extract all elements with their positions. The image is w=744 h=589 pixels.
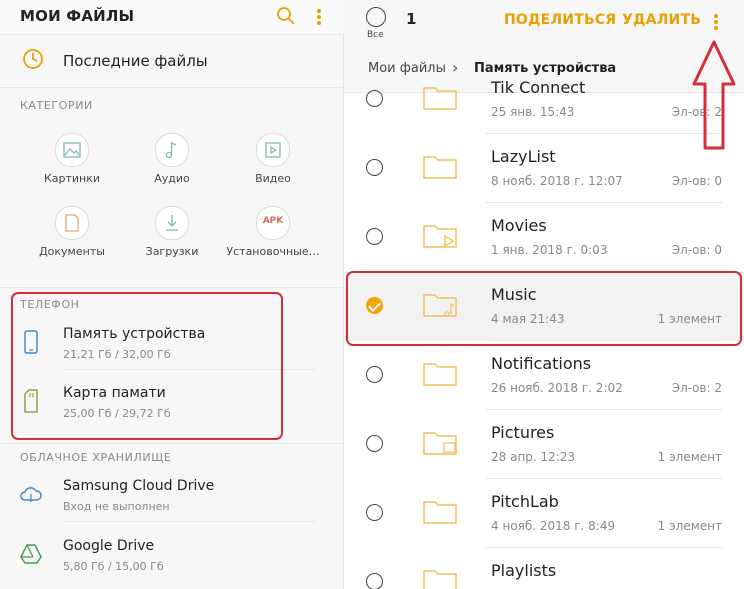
file-row[interactable]: Movies 1 янв. 2018 г. 0:03 Эл-ов: 0	[344, 203, 744, 272]
category-documents[interactable]: Документы	[27, 206, 117, 270]
file-row[interactable]: Pictures 28 апр. 12:23 1 элемент	[344, 410, 744, 479]
search-icon[interactable]	[276, 6, 296, 26]
file-item-count: 1 элемент	[657, 450, 722, 464]
file-item-count: Эл-ов: 0	[671, 243, 722, 257]
select-checkbox[interactable]	[366, 435, 383, 452]
category-images[interactable]: Картинки	[27, 133, 117, 197]
file-list-panel: Все 1 ПОДЕЛИТЬСЯ УДАЛИТЬ Мои файлы › Пам…	[344, 0, 744, 589]
file-name: Movies	[491, 216, 547, 235]
storage-name: Google Drive	[63, 538, 155, 554]
divider	[0, 287, 344, 288]
folder-icon	[423, 363, 457, 386]
page-title: МОИ ФАЙЛЫ	[20, 7, 135, 25]
file-date: 1 янв. 2018 г. 0:03	[491, 243, 608, 257]
folder-icon	[423, 87, 457, 110]
apk-icon: APK	[262, 216, 284, 226]
more-options-icon[interactable]	[316, 7, 322, 27]
category-audio[interactable]: Аудио	[127, 133, 217, 197]
category-label: Аудио	[154, 172, 190, 185]
select-checkbox[interactable]	[366, 366, 383, 383]
select-checkbox[interactable]	[366, 159, 383, 176]
red-arrow-annotation	[692, 40, 736, 150]
file-date: 28 апр. 12:23	[491, 450, 576, 464]
video-icon	[265, 142, 281, 158]
file-name: PitchLab	[491, 492, 559, 511]
file-date: 26 нояб. 2018 г. 2:02	[491, 381, 623, 395]
cloud-icon	[20, 487, 42, 502]
select-checkbox[interactable]	[366, 573, 383, 589]
divider	[0, 87, 344, 88]
recent-files-item[interactable]: Последние файлы	[0, 35, 344, 87]
category-label: Видео	[255, 172, 291, 185]
file-name: LazyList	[491, 147, 556, 166]
storage-usage: 5,80 Гб / 15,00 Гб	[63, 560, 164, 573]
file-row[interactable]: Notifications 26 нояб. 2018 г. 2:02 Эл-ов:…	[344, 341, 744, 410]
file-date: 4 нояб. 2018 г. 8:49	[491, 519, 616, 533]
storage-usage: Вход не выполнен	[63, 500, 170, 513]
file-date: 8 нояб. 2018 г. 12:07	[491, 174, 623, 188]
file-item-count: 1 элемент	[657, 519, 722, 533]
folder-icon	[423, 570, 457, 589]
categories-heading: КАТЕГОРИИ	[20, 99, 93, 112]
select-checkbox[interactable]	[366, 228, 383, 245]
file-item-count: Эл-ов: 2	[671, 381, 722, 395]
left-header: МОИ ФАЙЛЫ	[0, 0, 344, 35]
file-name: Pictures	[491, 423, 555, 442]
music-note-icon	[165, 141, 177, 159]
file-row[interactable]: Playlists	[344, 548, 744, 589]
file-name: Tik Connect	[491, 78, 586, 97]
category-label: Документы	[39, 245, 105, 258]
document-icon	[65, 214, 79, 232]
cloud-samsung-drive[interactable]: Samsung Cloud Drive Вход не выполнен	[0, 470, 330, 522]
category-video[interactable]: Видео	[228, 133, 318, 197]
file-row[interactable]: LazyList 8 нояб. 2018 г. 12:07 Эл-ов: 0	[344, 134, 744, 203]
divider	[0, 443, 344, 444]
folder-icon	[423, 432, 457, 455]
recent-files-label: Последние файлы	[63, 52, 208, 70]
category-installers[interactable]: APK Установочные…	[226, 206, 320, 270]
select-checkbox[interactable]	[366, 504, 383, 521]
file-item-count: Эл-ов: 0	[671, 174, 722, 188]
category-label: Установочные…	[226, 245, 320, 258]
google-drive-icon	[20, 544, 42, 564]
storage-name: Samsung Cloud Drive	[63, 478, 215, 494]
cloud-heading: ОБЛАЧНОЕ ХРАНИЛИЩЕ	[20, 451, 172, 464]
highlight-phone-storage	[11, 292, 283, 440]
highlight-selected-row	[346, 271, 742, 346]
cloud-google-drive[interactable]: Google Drive 5,80 Гб / 15,00 Гб	[0, 530, 330, 582]
folder-icon	[423, 501, 457, 524]
folder-icon	[423, 225, 457, 248]
file-name: Notifications	[491, 354, 592, 373]
file-name: Playlists	[491, 561, 557, 580]
select-checkbox[interactable]	[366, 90, 383, 107]
download-icon	[166, 215, 178, 231]
folder-icon	[423, 156, 457, 179]
file-row[interactable]: PitchLab 4 нояб. 2018 г. 8:49 1 элемент	[344, 479, 744, 548]
image-icon	[63, 142, 81, 158]
navigation-panel: МОИ ФАЙЛЫ Последние файлы КАТЕГОРИИ Карт…	[0, 0, 344, 589]
clock-icon	[23, 49, 43, 69]
file-date: 25 янв. 15:43	[491, 105, 575, 119]
category-label: Картинки	[43, 172, 101, 185]
category-downloads[interactable]: Загрузки	[127, 206, 217, 270]
file-row[interactable]: Tik Connect 25 янв. 15:43 Эл-ов: 2	[344, 65, 744, 134]
category-label: Загрузки	[145, 245, 199, 258]
